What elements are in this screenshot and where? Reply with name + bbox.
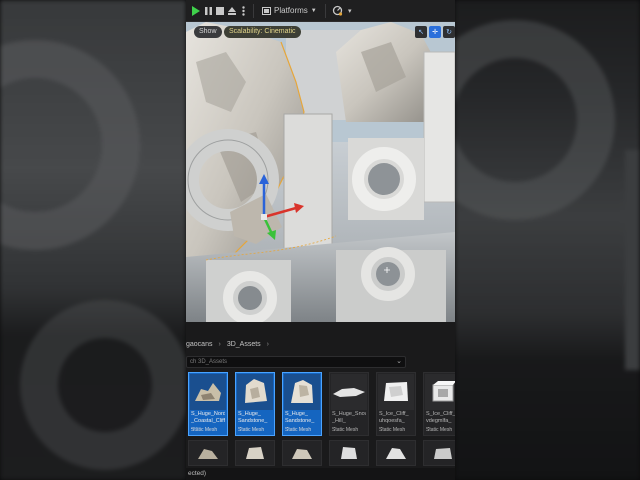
asset-type: Static Mesh xyxy=(332,427,359,433)
chevron-right-icon: › xyxy=(266,340,270,348)
asset-tile[interactable]: S_Ice_Cliff_ vdegmlfa_ ... Static Mesh xyxy=(423,372,455,436)
asset-grid: S_Huge_Nordic _Coastal_Cliff _... Static… xyxy=(186,372,455,436)
level-viewport[interactable]: Show Scalability: Cinematic ↖ ✛ ↻ xyxy=(186,22,455,322)
main-toolbar: Platforms ▼ ▾ xyxy=(186,0,455,22)
search-options-icon[interactable]: ⌄ xyxy=(394,357,404,367)
asset-type: Static Mesh xyxy=(238,427,265,433)
scalability-button[interactable]: Scalability: Cinematic xyxy=(224,26,301,38)
toolbar-divider xyxy=(324,3,326,18)
asset-thumbnail xyxy=(425,374,455,410)
blurred-background-right xyxy=(455,0,640,480)
play-icon[interactable] xyxy=(188,3,202,19)
asset-type: Static Mesh xyxy=(191,427,218,433)
asset-tile[interactable] xyxy=(188,440,228,466)
content-browser-status: ected) xyxy=(186,468,455,480)
asset-thumbnail xyxy=(190,374,226,410)
toolbar-overflow-icon[interactable]: ▾ xyxy=(345,3,355,19)
asset-tile[interactable] xyxy=(423,440,455,466)
asset-tile[interactable] xyxy=(235,440,275,466)
asset-tile[interactable]: S_Huge_Snow _Hill_ ... Static Mesh xyxy=(329,372,369,436)
chevron-right-icon: › xyxy=(218,340,221,348)
asset-thumbnail xyxy=(237,374,273,410)
asset-type: Static Mesh xyxy=(426,427,453,433)
eject-icon[interactable] xyxy=(226,3,238,19)
translate-icon[interactable]: ✛ xyxy=(429,26,441,38)
pause-icon[interactable] xyxy=(202,3,214,19)
stop-icon[interactable] xyxy=(214,3,226,19)
breadcrumb-item[interactable]: gaocans xyxy=(186,341,212,348)
video-frame: Platforms ▼ ▾ Show Scalability: Cinemati… xyxy=(0,0,640,480)
breadcrumb: gaocans › 3D_Assets › xyxy=(186,336,455,352)
platforms-icon xyxy=(262,6,271,15)
toolbar-divider xyxy=(253,3,254,18)
rotate-icon[interactable]: ↻ xyxy=(443,26,455,38)
asset-thumbnail xyxy=(331,374,367,410)
breadcrumb-item[interactable]: 3D_Assets xyxy=(227,341,261,348)
blurred-background-left xyxy=(0,0,186,480)
asset-tile[interactable]: S_Huge_ Sandstone_ ... Static Mesh xyxy=(235,372,275,436)
asset-tile[interactable]: S_Ice_Cliff_ uhqoesfa_ ... Static Mesh xyxy=(376,372,416,436)
chevron-down-icon: ▼ xyxy=(310,7,317,14)
asset-type: Static Mesh xyxy=(285,427,312,433)
select-icon[interactable]: ↖ xyxy=(415,26,427,38)
viewport-transform-tools: ↖ ✛ ↻ xyxy=(415,26,455,38)
more-vertical-icon[interactable] xyxy=(238,3,248,19)
asset-tile[interactable] xyxy=(329,440,369,466)
show-button[interactable]: Show xyxy=(194,26,222,38)
asset-thumbnail xyxy=(284,374,320,410)
platforms-label: Platforms xyxy=(274,6,308,15)
source-control-icon[interactable] xyxy=(331,3,345,19)
viewport-scene xyxy=(186,22,455,322)
asset-tile[interactable] xyxy=(282,440,322,466)
asset-thumbnail xyxy=(378,374,414,410)
asset-tile[interactable]: S_Huge_Nordic _Coastal_Cliff _... Static… xyxy=(188,372,228,436)
asset-grid-row-2 xyxy=(186,440,455,466)
editor-window: Platforms ▼ ▾ Show Scalability: Cinemati… xyxy=(186,0,455,480)
asset-tile[interactable] xyxy=(376,440,416,466)
asset-search-input[interactable]: ch 3D_Assets xyxy=(186,356,406,368)
platforms-button[interactable]: Platforms ▼ xyxy=(259,3,320,19)
asset-type: Static Mesh xyxy=(379,427,406,433)
content-browser: gaocans › 3D_Assets › ch 3D_Assets ⌄ S_H… xyxy=(186,322,455,480)
asset-tile[interactable]: S_Huge_ Sandstone_ ... Static Mesh xyxy=(282,372,322,436)
